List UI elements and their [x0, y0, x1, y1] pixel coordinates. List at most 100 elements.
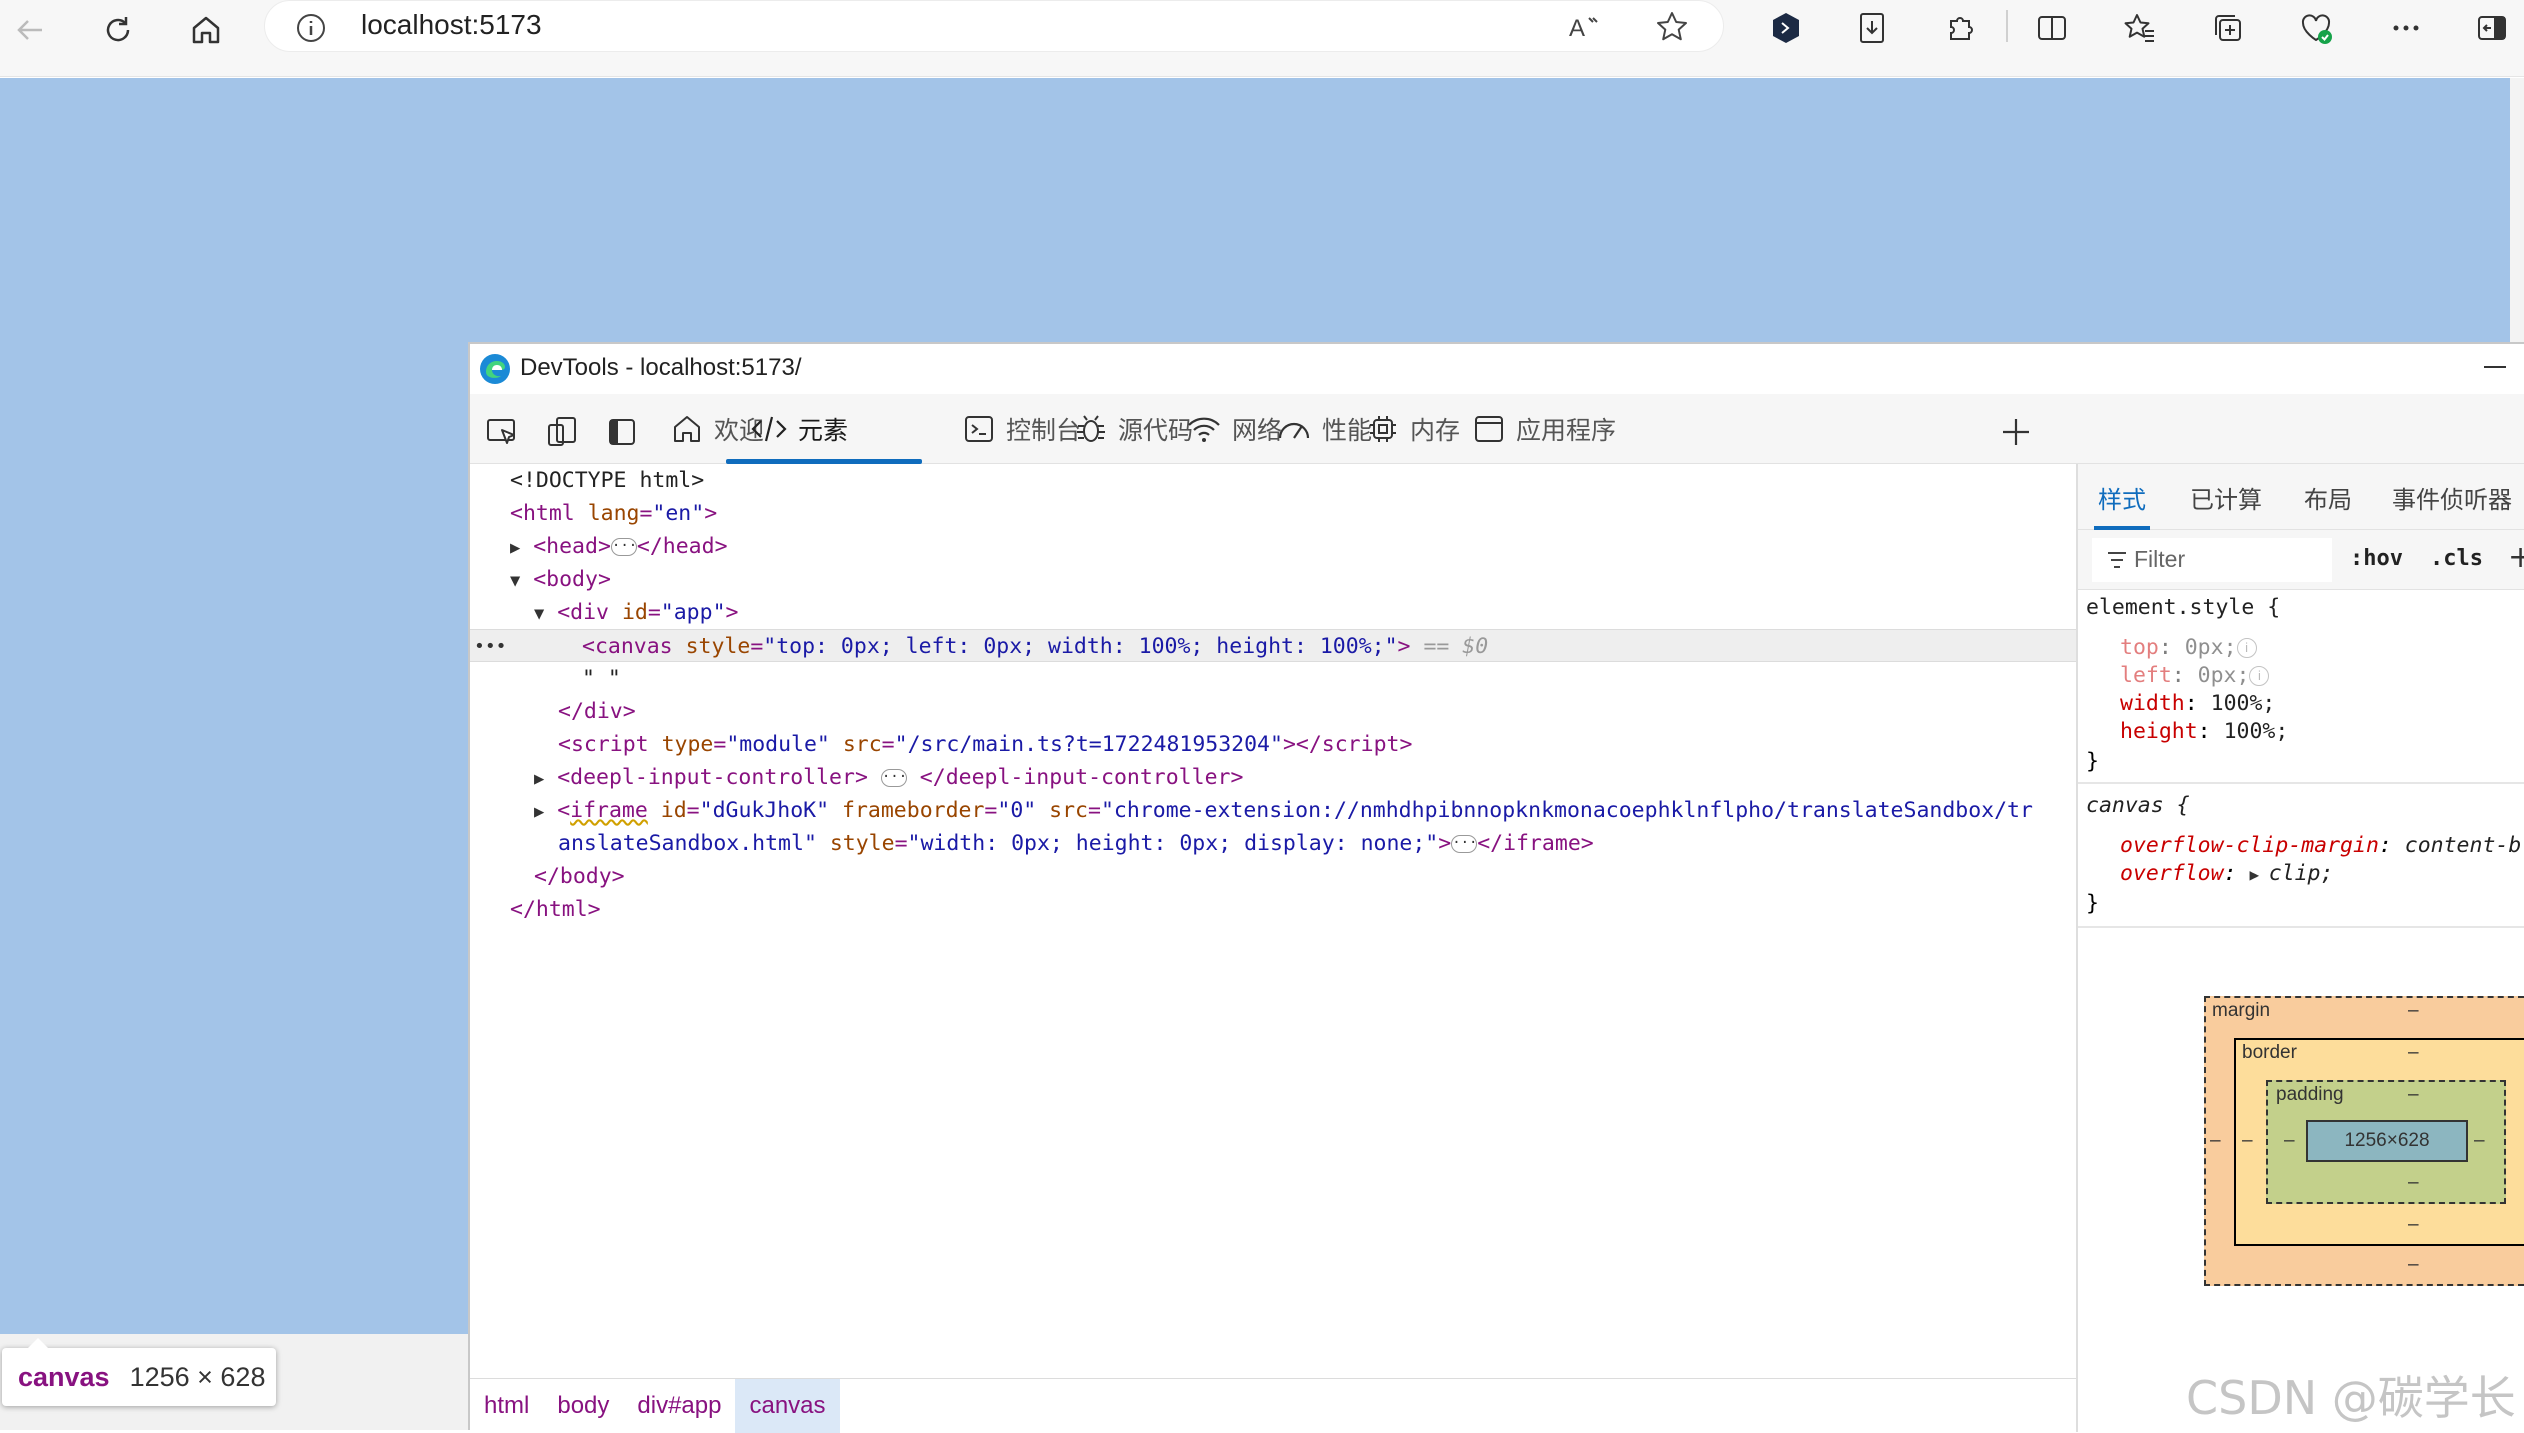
breadcrumb-canvas[interactable]: canvas [735, 1378, 840, 1433]
iframe-close-tag: iframe [1503, 831, 1581, 856]
collapse-triangle-icon[interactable]: ▼ [534, 604, 544, 624]
tab-network[interactable]: 网络 [1186, 394, 1282, 464]
body-tag: body [546, 567, 598, 592]
add-tab-plus-icon[interactable] [1998, 414, 2034, 450]
home-icon [674, 416, 700, 442]
tab-label: 性能 [1322, 416, 1373, 445]
tab-sources[interactable]: 源代码 [1074, 394, 1193, 464]
minimize-button[interactable] [2484, 366, 2506, 368]
style-prop-left[interactable]: left: 0px; i [2120, 662, 2270, 690]
refresh-button[interactable] [88, 4, 148, 56]
tab-layout[interactable]: 布局 [2304, 464, 2352, 530]
browser-essentials-icon[interactable] [2294, 6, 2338, 50]
prop-name: top [2120, 635, 2159, 660]
style-prop-height[interactable]: height: 100%; [2120, 718, 2288, 746]
favorites-icon[interactable] [2118, 6, 2162, 50]
split-screen-icon[interactable] [2030, 6, 2074, 50]
dom-html-open[interactable]: <html lang="en"> [470, 497, 2076, 530]
sidebar-toggle-icon[interactable] [2470, 6, 2514, 50]
tab-label: 元素 [798, 416, 849, 445]
read-aloud-icon[interactable]: A [1567, 10, 1601, 48]
dom-breadcrumb: html body div#app canvas [470, 1378, 2076, 1433]
extensions-puzzle-icon[interactable] [1938, 6, 1982, 50]
collapse-triangle-icon[interactable]: ▼ [510, 571, 520, 591]
dom-body-open[interactable]: ▼ <body> [470, 563, 2076, 596]
padding-left-value: – [2284, 1130, 2295, 1151]
prop-name: overflow [2120, 861, 2224, 886]
breadcrumb-html[interactable]: html [470, 1379, 543, 1433]
prop-value: 100%; [2223, 719, 2289, 744]
tab-memory[interactable]: 内存 [1366, 394, 1460, 464]
canvas-ua-rule: canvas { overflow-clip-margin: content-b… [2078, 786, 2524, 926]
hov-toggle[interactable]: :hov [2350, 546, 2403, 571]
tab-application[interactable]: 应用程序 [1472, 394, 1616, 464]
dom-iframe[interactable]: ▶ <iframe id="dGukJhoK" frameborder="0" … [470, 794, 2076, 827]
dom-deepl[interactable]: ▶ <deepl-input-controller> ··· </deepl-i… [470, 761, 2076, 794]
element-style-selector: element.style { [2086, 595, 2281, 620]
box-model-content[interactable]: 1256×628 [2306, 1120, 2468, 1162]
dom-div-app[interactable]: ▼ <div id="app"> [470, 596, 2076, 629]
info-icon[interactable]: i [2236, 638, 2257, 658]
device-emulation-icon[interactable] [544, 414, 580, 450]
dom-div-close[interactable]: </div> [470, 695, 2076, 728]
dom-script[interactable]: <script type="module" src="/src/main.ts?… [470, 728, 2076, 761]
styles-filter-input[interactable]: Filter [2092, 538, 2332, 582]
filter-icon [2106, 550, 2128, 574]
breadcrumb-body[interactable]: body [543, 1379, 623, 1433]
url-text[interactable]: localhost:5173 [361, 9, 542, 41]
dom-html-close[interactable]: </html> [470, 893, 2076, 926]
dom-doctype[interactable]: <!DOCTYPE html> [470, 464, 2076, 497]
padding-top-value: – [2408, 1084, 2419, 1105]
home-button[interactable] [176, 4, 236, 56]
more-options-icon[interactable] [2384, 6, 2428, 50]
expand-triangle-icon[interactable]: ▶ [510, 538, 520, 558]
node-actions-dots-icon[interactable]: ••• [474, 630, 507, 663]
tab-computed[interactable]: 已计算 [2190, 464, 2262, 530]
inspect-element-icon[interactable] [484, 414, 520, 450]
dom-body-close[interactable]: </body> [470, 860, 2076, 893]
chip-icon [1370, 416, 1396, 442]
style-prop-width[interactable]: width: 100%; [2120, 690, 2275, 718]
extension-shield-icon[interactable] [1764, 6, 1808, 50]
canvas-selector: canvas [2086, 793, 2164, 818]
style-prop-top[interactable]: top: 0px; i [2120, 634, 2257, 662]
dom-head[interactable]: ▶ <head>···</head> [470, 530, 2076, 563]
dom-iframe-cont[interactable]: anslateSandbox.html" style="width: 0px; … [470, 827, 2076, 860]
prop-value: clip; [2268, 861, 2334, 886]
address-bar[interactable]: localhost:5173 A [264, 0, 1724, 52]
info-icon[interactable] [295, 12, 327, 48]
dock-panel-icon[interactable] [604, 414, 640, 450]
favorite-star-icon[interactable] [1655, 10, 1689, 48]
tab-label: 应用程序 [1516, 416, 1617, 445]
back-arrow-icon [17, 20, 42, 40]
tab-elements[interactable]: 元素 [726, 394, 922, 464]
tab-event-listeners[interactable]: 事件侦听器 [2392, 464, 2512, 530]
tab-console[interactable]: 控制台 [962, 394, 1081, 464]
expand-triangle-icon[interactable]: ▶ [534, 802, 544, 822]
collapsed-ellipsis-icon[interactable]: ··· [610, 538, 637, 556]
styles-panel: 样式 已计算 布局 事件侦听器 Filter :hov .cls + eleme… [2076, 464, 2524, 1432]
cls-toggle[interactable]: .cls [2430, 546, 2483, 571]
iframe-src-val-2: anslateSandbox.html" [558, 831, 817, 856]
collections-icon[interactable] [2206, 6, 2250, 50]
tab-performance[interactable]: 性能 [1276, 394, 1372, 464]
expand-triangle-icon[interactable]: ▶ [2249, 865, 2268, 884]
text-node: " " [582, 666, 621, 691]
styles-tabbar: 样式 已计算 布局 事件侦听器 [2078, 464, 2524, 530]
prop-value: 100%; [2210, 691, 2276, 716]
dom-canvas-selected[interactable]: ••• <canvas style="top: 0px; left: 0px; w… [470, 629, 2076, 662]
script-type-val: "module" [726, 732, 830, 757]
collapsed-ellipsis-icon[interactable]: ··· [880, 769, 907, 787]
back-button[interactable] [0, 4, 60, 56]
download-extension-icon[interactable] [1850, 6, 1894, 50]
new-rule-plus-icon[interactable]: + [2508, 540, 2524, 575]
tab-styles[interactable]: 样式 [2094, 464, 2150, 530]
info-icon[interactable]: i [2249, 666, 2270, 686]
collapsed-ellipsis-icon[interactable]: ··· [1451, 835, 1478, 853]
prop-value: 0px; [2184, 635, 2237, 660]
padding-right-value: – [2474, 1130, 2485, 1151]
dom-text-node[interactable]: " " [470, 662, 2076, 695]
expand-triangle-icon[interactable]: ▶ [534, 769, 544, 789]
breadcrumb-div-app[interactable]: div#app [623, 1379, 735, 1433]
elements-dom-tree: <!DOCTYPE html> <html lang="en"> ▶ <head… [470, 464, 2076, 1378]
